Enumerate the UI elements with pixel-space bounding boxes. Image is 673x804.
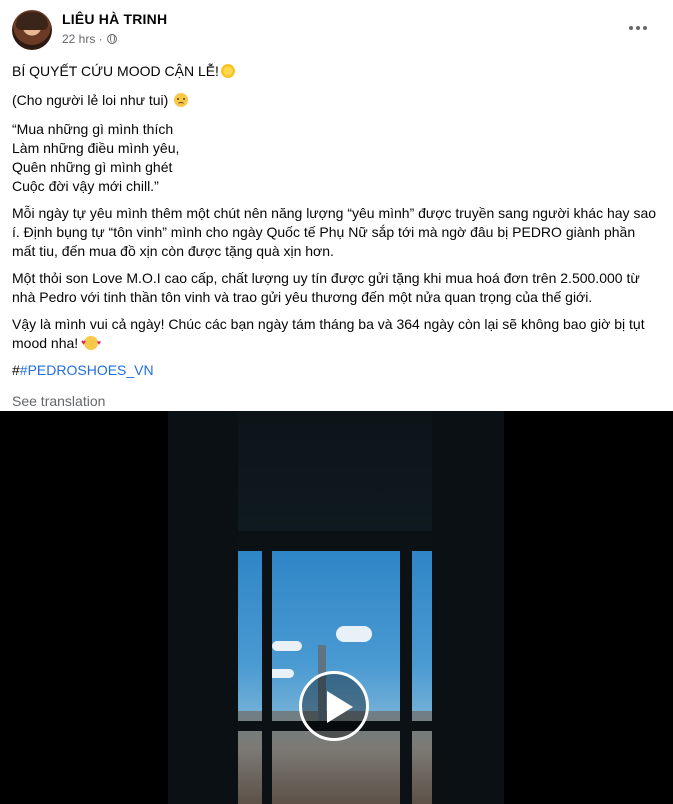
post-quote: “Mua những gì mình thích Làm những điều … (12, 121, 180, 194)
love-emoji-icon (81, 333, 101, 353)
author-name[interactable]: LIÊU HÀ TRINH (62, 11, 167, 27)
video-player[interactable] (0, 411, 673, 804)
post-paragraph-3: Vậy là mình vui cả ngày! Chúc các bạn ng… (12, 315, 662, 353)
post-time[interactable]: 22 hrs · (62, 32, 103, 46)
post-body: BÍ QUYẾT CỨU MOOD CẬN LỄ! (Cho người lẻ … (12, 58, 662, 411)
hashtag-line: ##PEDROSHOES_VN (12, 362, 154, 378)
play-icon[interactable] (299, 671, 369, 741)
post-card: LIÊU HÀ TRINH 22 hrs · BÍ QUYẾT CỨU MOOD… (0, 0, 673, 804)
sun-emoji-icon (220, 64, 235, 78)
post-paragraph-1: Mỗi ngày tự yêu mình thêm một chút nên n… (12, 205, 657, 259)
avatar[interactable] (12, 10, 52, 50)
video-frame (168, 411, 504, 804)
globe-icon (106, 34, 117, 44)
more-options-icon[interactable] (626, 18, 650, 38)
post-header: LIÊU HÀ TRINH 22 hrs · (12, 10, 662, 52)
see-translation-link[interactable]: See translation (12, 392, 662, 411)
post-subtitle-line: (Cho người lẻ loi như tui) (12, 91, 662, 110)
hashtag-link[interactable]: #PEDROSHOES_VN (20, 362, 154, 378)
post-paragraph-2: Một thỏi son Love M.O.I cao cấp, chất lư… (12, 270, 640, 305)
post-meta: 22 hrs · (62, 32, 117, 46)
crying-emoji-icon (174, 93, 189, 107)
post-title-line: BÍ QUYẾT CỨU MOOD CẬN LỄ! (12, 62, 662, 81)
